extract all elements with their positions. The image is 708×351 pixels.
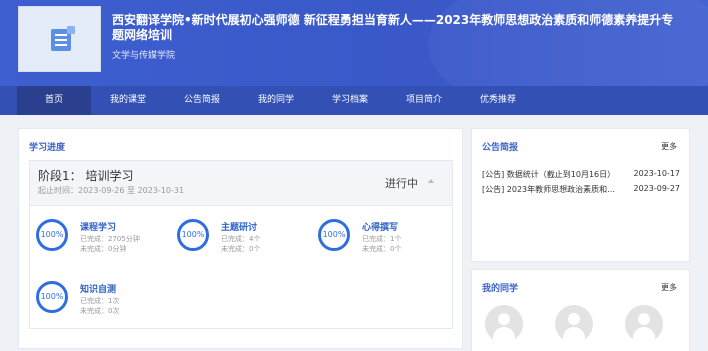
task-completed: 已完成：1个 [362, 235, 402, 243]
stage-time: 起止时间：2023-09-26 至 2023-10-31 [38, 186, 185, 195]
progress-ring: 100% [36, 281, 68, 313]
task-remaining: 未完成：0个 [362, 245, 402, 253]
nav-item-project-intro[interactable]: 项目简介 [387, 86, 461, 115]
nav-item-classmates[interactable]: 我的同学 [239, 86, 313, 115]
course-thumbnail [18, 6, 101, 72]
avatar-placeholder-icon[interactable] [625, 305, 663, 343]
task-self-test[interactable]: 100% 知识自测 已完成：1次 未完成：0次 [32, 276, 162, 322]
announcement-date: 2023-09-27 [633, 184, 681, 193]
task-topic-discussion[interactable]: 100% 主题研讨 已完成：4个 未完成：0个 [173, 214, 303, 260]
progress-percent: 100% [322, 230, 346, 239]
task-name[interactable]: 主题研讨 [221, 220, 257, 233]
progress-ring: 100% [177, 219, 209, 251]
course-book-icon [51, 26, 75, 51]
progress-percent: 100% [181, 230, 205, 239]
classmates-title: 我的同学 [482, 284, 519, 294]
progress-section-title: 学习进度 [29, 143, 66, 153]
stage-status: 进行中 [385, 177, 418, 190]
classmates-more-link[interactable]: 更多 [661, 282, 677, 293]
task-remaining: 未完成：0分钟 [80, 245, 127, 253]
task-completed: 已完成：2705分钟 [80, 235, 140, 243]
stage-tasks: 100% 课程学习 已完成：2705分钟 未完成：0分钟 100% 主题研讨 已… [29, 205, 453, 329]
nav-item-my-classroom[interactable]: 我的课堂 [91, 86, 165, 115]
course-title: 西安翻译学院•新时代展初心强师德 新征程勇担当育新人——2023年教师思想政治素… [112, 13, 674, 42]
task-completed: 已完成：1次 [80, 297, 120, 305]
stage-name: 阶段1： 培训学习 [38, 169, 134, 183]
classmates-panel: 我的同学 更多 [471, 269, 690, 351]
header-banner: 西安翻译学院•新时代展初心强师德 新征程勇担当育新人——2023年教师思想政治素… [0, 0, 708, 86]
college-name: 文学与传媒学院 [112, 51, 176, 61]
task-name[interactable]: 心得撰写 [362, 220, 398, 233]
avatar-placeholder-icon[interactable] [555, 305, 593, 343]
announcement-date: 2023-10-17 [633, 169, 681, 178]
avatar-placeholder-icon[interactable] [485, 305, 523, 343]
main-nav: 首页 我的课堂 公告简报 我的同学 学习档案 项目简介 优秀推荐 [0, 86, 708, 115]
task-completed: 已完成：4个 [221, 235, 261, 243]
announcement-title[interactable]: [公告] 数据统计（截止到10月16日） [482, 169, 620, 180]
announcements-more-link[interactable]: 更多 [661, 141, 677, 152]
announcements-title: 公告简报 [482, 143, 519, 153]
nav-item-home[interactable]: 首页 [17, 86, 91, 115]
task-name[interactable]: 课程学习 [80, 220, 116, 233]
task-remaining: 未完成：0个 [221, 245, 261, 253]
announcement-item[interactable]: [公告] 数据统计（截止到10月16日） 2023-10-17 [482, 169, 680, 183]
progress-percent: 100% [40, 292, 64, 301]
nav-item-recommendations[interactable]: 优秀推荐 [461, 86, 535, 115]
announcement-item[interactable]: [公告] 2023年教师思想政治素质和师... 2023-09-27 [482, 184, 680, 198]
nav-item-learning-records[interactable]: 学习档案 [313, 86, 387, 115]
learning-progress-panel: 学习进度 阶段1： 培训学习 起止时间：2023-09-26 至 2023-10… [18, 128, 463, 349]
nav-item-announcements[interactable]: 公告简报 [165, 86, 239, 115]
stage-header[interactable]: 阶段1： 培训学习 起止时间：2023-09-26 至 2023-10-31 进… [29, 160, 453, 205]
announcements-panel: 公告简报 更多 [公告] 数据统计（截止到10月16日） 2023-10-17 … [471, 128, 690, 262]
task-name[interactable]: 知识自测 [80, 282, 116, 295]
task-reflection-writing[interactable]: 100% 心得撰写 已完成：1个 未完成：0个 [314, 214, 444, 260]
progress-ring: 100% [36, 219, 68, 251]
progress-ring: 100% [318, 219, 350, 251]
task-remaining: 未完成：0次 [80, 307, 120, 315]
announcement-title[interactable]: [公告] 2023年教师思想政治素质和师... [482, 184, 620, 195]
collapse-caret-icon[interactable] [428, 179, 434, 183]
progress-percent: 100% [40, 230, 64, 239]
task-course-study[interactable]: 100% 课程学习 已完成：2705分钟 未完成：0分钟 [32, 214, 162, 260]
